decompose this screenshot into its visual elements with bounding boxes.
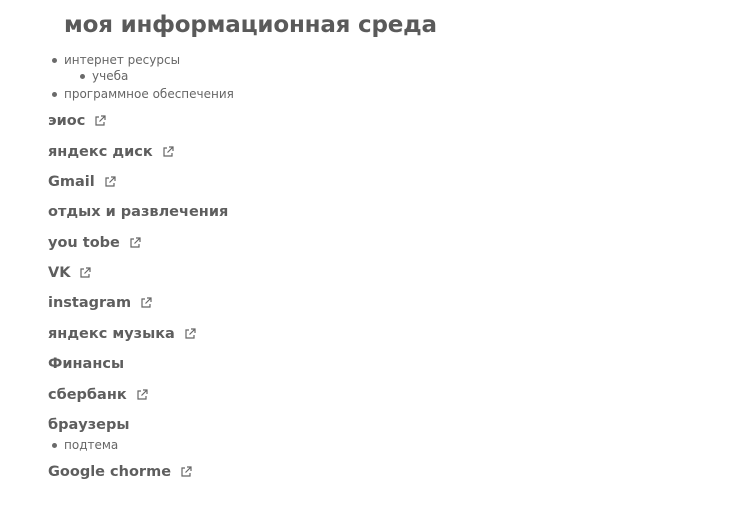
link-google-chrome[interactable]: Google chorme: [48, 464, 192, 480]
bullet-icon: [52, 57, 57, 63]
external-link-icon: [180, 466, 192, 478]
external-link-icon: [129, 237, 141, 249]
link-youtube[interactable]: you tobe: [48, 235, 141, 251]
heading-finance: Финансы: [48, 356, 125, 372]
external-link-icon: [79, 267, 92, 279]
heading-browsers: браузеры: [48, 417, 130, 433]
link-label: you tobe: [48, 235, 120, 251]
external-link-icon: [94, 115, 106, 127]
outline-subitem-label: подтема: [64, 438, 119, 452]
link-yandex-disk[interactable]: яндекс диск: [48, 144, 174, 160]
bullet-icon: [52, 442, 57, 448]
external-link-icon: [104, 176, 116, 188]
external-link-icon: [140, 297, 152, 309]
outline-subitem-study: учеба: [80, 69, 128, 83]
link-eios[interactable]: эиос: [48, 113, 106, 129]
external-link-icon: [162, 146, 174, 158]
outline-item-label: интернет ресурсы: [64, 53, 181, 67]
link-gmail[interactable]: Gmail: [48, 174, 116, 190]
external-link-icon: [184, 328, 196, 340]
link-vk[interactable]: VK: [48, 265, 92, 281]
link-label: instagram: [48, 295, 132, 311]
link-label: эиос: [48, 113, 86, 129]
bullet-icon: [52, 91, 57, 97]
page-title: моя информационная среда: [64, 12, 437, 38]
link-label: сбербанк: [48, 387, 127, 403]
link-label: яндекс диск: [48, 144, 153, 160]
heading-leisure: отдых и развлечения: [48, 204, 229, 220]
outline-item-internet-resources: интернет ресурсы: [52, 53, 180, 67]
link-instagram[interactable]: instagram: [48, 295, 152, 311]
outline-subitem-subtopic: подтема: [52, 438, 118, 452]
link-label: Gmail: [48, 174, 95, 190]
link-label: яндекс музыка: [48, 326, 175, 342]
bullet-icon: [80, 73, 85, 79]
outline-subitem-label: учеба: [92, 69, 129, 83]
link-label: Google chorme: [48, 464, 172, 480]
outline-item-software: программное обеспечения: [52, 87, 234, 101]
link-yandex-music[interactable]: яндекс музыка: [48, 326, 196, 342]
outline-item-label: программное обеспечения: [64, 87, 234, 101]
page: моя информационная среда интернет ресурс…: [0, 0, 731, 520]
link-sberbank[interactable]: сбербанк: [48, 387, 148, 403]
external-link-icon: [136, 389, 148, 401]
link-label: VK: [48, 265, 71, 281]
